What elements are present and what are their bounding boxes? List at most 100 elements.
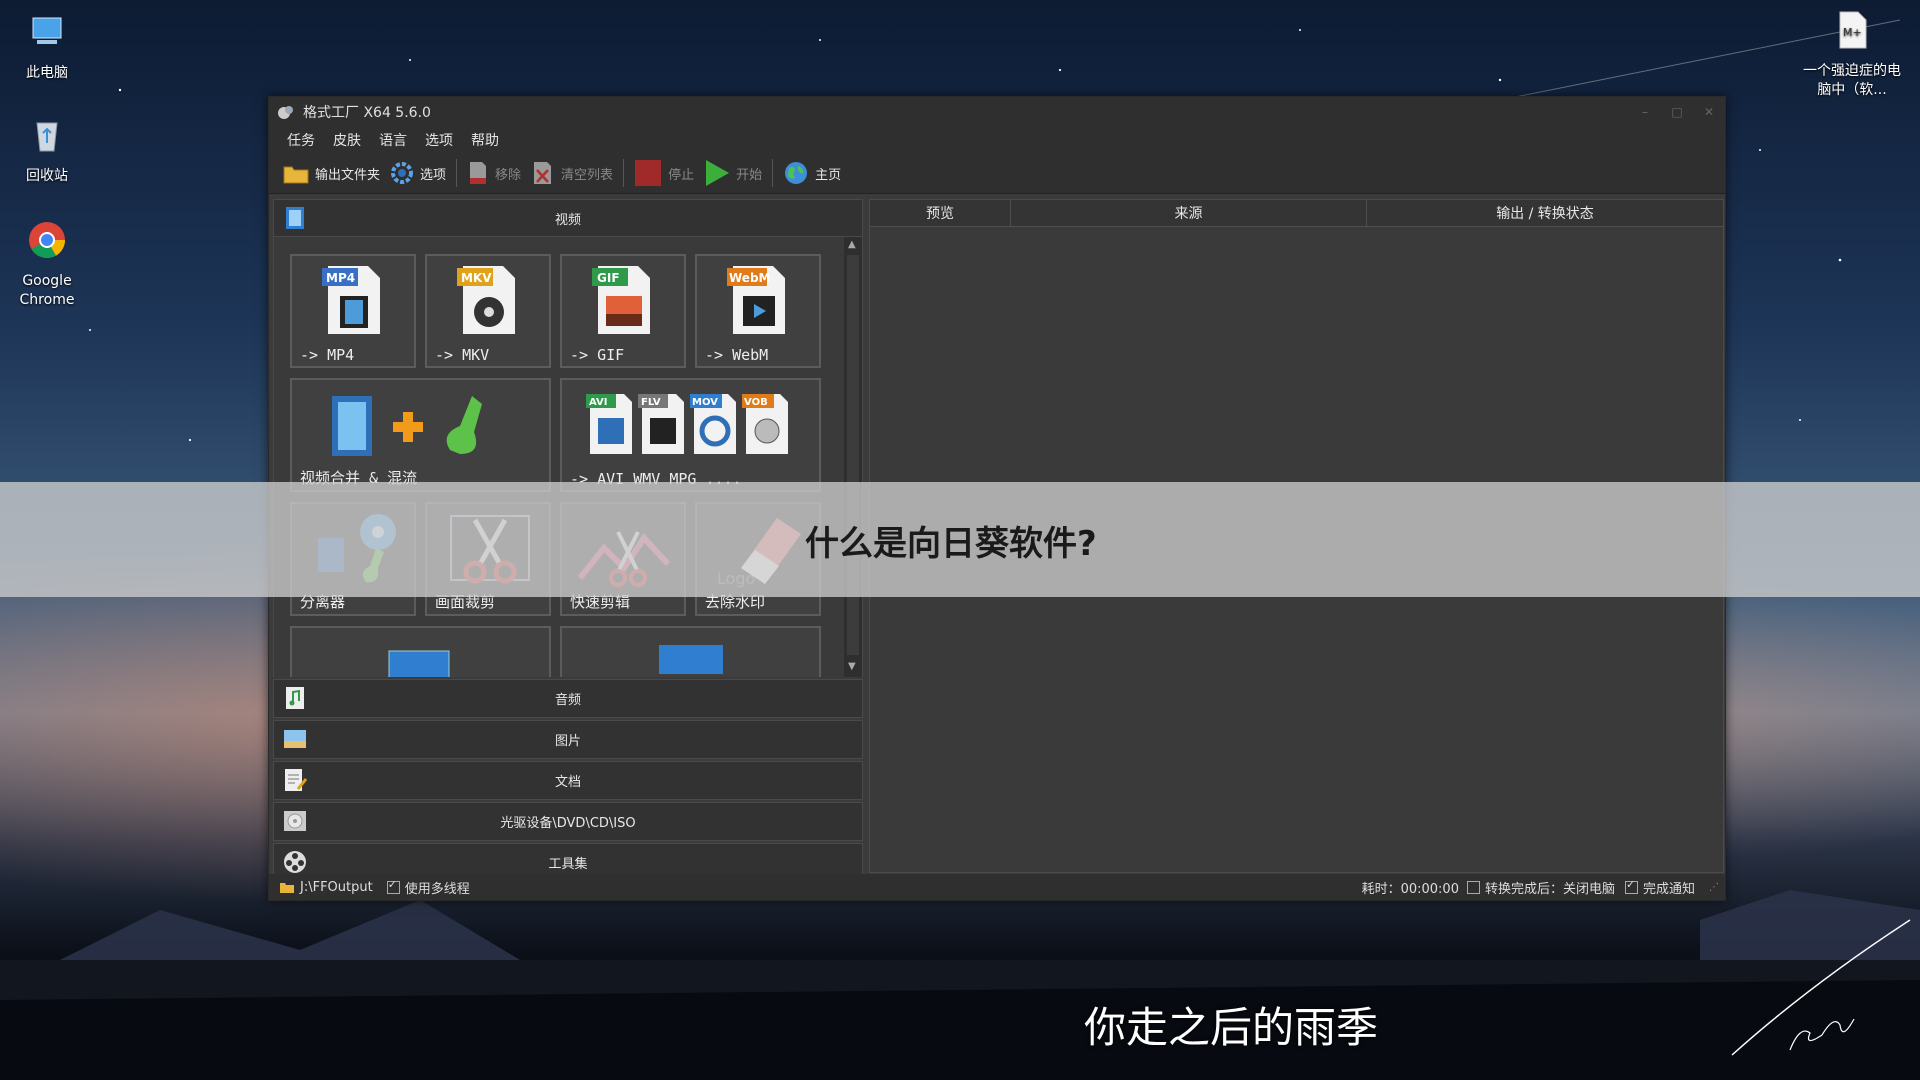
film-strip-icon <box>286 207 304 229</box>
clear-list-label: 清空列表 <box>561 167 614 183</box>
menu-skin[interactable]: 皮肤 <box>333 130 361 150</box>
options-button[interactable]: 选项 <box>390 161 446 185</box>
category-document-header[interactable]: 文档 <box>273 761 863 800</box>
badge-text: GIF <box>597 271 620 285</box>
checkbox-checked[interactable] <box>1624 878 1638 894</box>
clear-list-button[interactable]: 清空列表 <box>531 160 613 186</box>
computer-icon <box>32 17 62 44</box>
shutdown-after-label: 转换完成后：关闭电脑 <box>1484 881 1615 897</box>
tile-to-mkv[interactable]: MKV -> MKV <box>425 254 551 368</box>
category-audio-header[interactable]: 音频 <box>273 679 863 718</box>
options-label: 选项 <box>420 167 447 183</box>
output-path[interactable]: J:\FFOutput <box>300 880 373 895</box>
checkbox-checked[interactable] <box>386 878 400 894</box>
tile-to-avi-wmv-mpg[interactable]: AVI FLV MOV VOB -> AVI WMV MPG .... <box>560 378 821 492</box>
desktop-icon-markdown-file[interactable]: M+ 一个强迫症的电脑中（软... <box>1800 8 1904 100</box>
clear-list-icon <box>534 162 552 184</box>
merge-media-icon <box>332 396 482 456</box>
category-disc-header[interactable]: 光驱设备\DVD\CD\ISO <box>273 802 863 841</box>
column-preview[interactable]: 预览 <box>870 200 1011 226</box>
svg-text:M+: M+ <box>1843 26 1862 39</box>
folder-icon <box>280 883 294 893</box>
toolbar-separator <box>772 159 774 187</box>
tile-to-webm[interactable]: WebM -> WebM <box>695 254 821 368</box>
shutdown-after-checkbox[interactable]: 转换完成后：关闭电脑 <box>1466 878 1615 897</box>
category-label: 文档 <box>554 775 581 790</box>
title-bar[interactable]: 格式工厂 X64 5.6.0 – □ ✕ <box>269 97 1725 127</box>
badge-text: FLV <box>641 397 661 408</box>
resize-grip-icon[interactable]: ⋰ <box>1709 882 1719 893</box>
tile-label: -> MP4 <box>300 346 355 364</box>
minimize-icon[interactable]: – <box>1629 105 1661 119</box>
start-button[interactable]: 开始 <box>704 159 762 187</box>
category-video-header[interactable]: 视频 <box>273 199 863 237</box>
menu-task[interactable]: 任务 <box>287 130 315 150</box>
category-label: 工具集 <box>548 857 588 872</box>
badge-text: VOB <box>744 397 768 408</box>
recycle-bin-icon <box>36 122 58 152</box>
multithread-label: 使用多线程 <box>404 881 470 897</box>
category-image-header[interactable]: 图片 <box>273 720 863 759</box>
column-source[interactable]: 来源 <box>1011 200 1367 226</box>
banner-title: 什么是向日葵软件? <box>805 524 1097 564</box>
badge-text: AVI <box>589 397 608 408</box>
stop-label: 停止 <box>668 167 695 183</box>
gear-icon <box>391 162 414 184</box>
globe-icon <box>785 162 808 184</box>
task-list-header: 预览 来源 输出 / 转换状态 <box>870 200 1723 227</box>
menu-language[interactable]: 语言 <box>379 130 407 150</box>
remove-label: 移除 <box>495 167 522 183</box>
maximize-icon[interactable]: □ <box>1661 105 1693 119</box>
stop-button[interactable]: 停止 <box>634 159 694 187</box>
desktop-icon-label: Google Chrome <box>19 273 75 308</box>
scroll-up-icon[interactable]: ▲ <box>848 239 856 250</box>
picture-icon <box>284 730 306 748</box>
checkbox-unchecked[interactable] <box>1466 880 1480 894</box>
video-icon <box>659 645 723 674</box>
close-icon[interactable]: ✕ <box>1693 105 1725 119</box>
tile-partial[interactable] <box>290 626 551 677</box>
tile-video-merge[interactable]: 视频合并 & 混流 <box>290 378 551 492</box>
document-icon: M+ <box>1839 11 1867 49</box>
notify-label: 完成通知 <box>1642 881 1695 897</box>
category-label: 音频 <box>554 693 581 708</box>
music-note-icon <box>286 687 304 709</box>
toolbar-separator <box>456 159 458 187</box>
mp4-file-icon: MP4 <box>322 266 380 334</box>
menu-options[interactable]: 选项 <box>425 130 453 150</box>
start-label: 开始 <box>736 167 763 183</box>
desktop-icon-chrome[interactable]: Google Chrome <box>2 218 92 310</box>
tile-to-mp4[interactable]: MP4 -> MP4 <box>290 254 416 368</box>
chrome-icon <box>29 222 65 259</box>
badge-text: MKV <box>461 271 492 285</box>
desktop-icon-label: 此电脑 <box>26 65 68 81</box>
desktop-icon-label: 一个强迫症的电脑中（软... <box>1803 63 1901 98</box>
format-factory-logo-icon <box>278 106 293 119</box>
tile-to-gif[interactable]: GIF -> GIF <box>560 254 686 368</box>
category-label: 图片 <box>554 734 581 749</box>
desktop-icon-this-pc[interactable]: 此电脑 <box>2 10 92 83</box>
category-list: 音频 图片 文档 光驱设备\DVD\CD\ISO 工具集 <box>273 679 863 882</box>
screen-record-icon <box>388 650 450 677</box>
multithread-checkbox[interactable]: 使用多线程 <box>386 878 470 897</box>
desktop-icon-recycle-bin[interactable]: 回收站 <box>2 113 92 186</box>
tile-partial[interactable] <box>560 626 821 677</box>
badge-text: MP4 <box>326 271 355 285</box>
notify-checkbox[interactable]: 完成通知 <box>1624 878 1695 897</box>
tile-label: -> GIF <box>570 346 625 364</box>
home-button[interactable]: 主页 <box>783 160 841 186</box>
toolbar-separator <box>623 159 625 187</box>
home-label: 主页 <box>815 167 842 183</box>
stop-icon <box>635 160 662 186</box>
scroll-down-icon[interactable]: ▼ <box>848 661 856 672</box>
remove-button[interactable]: 移除 <box>467 160 521 186</box>
window-title: 格式工厂 X64 5.6.0 <box>303 105 431 121</box>
video-grid-scrollbar[interactable]: ▲ ▼ <box>844 237 862 677</box>
elapsed-time: 耗时：00:00:00 <box>1361 881 1459 897</box>
mkv-file-icon: MKV <box>457 266 515 334</box>
video-subtitle: 你走之后的雨季 <box>1084 1003 1379 1052</box>
column-output-status[interactable]: 输出 / 转换状态 <box>1367 200 1723 226</box>
output-folder-button[interactable]: 输出文件夹 <box>283 162 380 184</box>
play-icon <box>706 160 730 186</box>
menu-help[interactable]: 帮助 <box>471 130 499 150</box>
